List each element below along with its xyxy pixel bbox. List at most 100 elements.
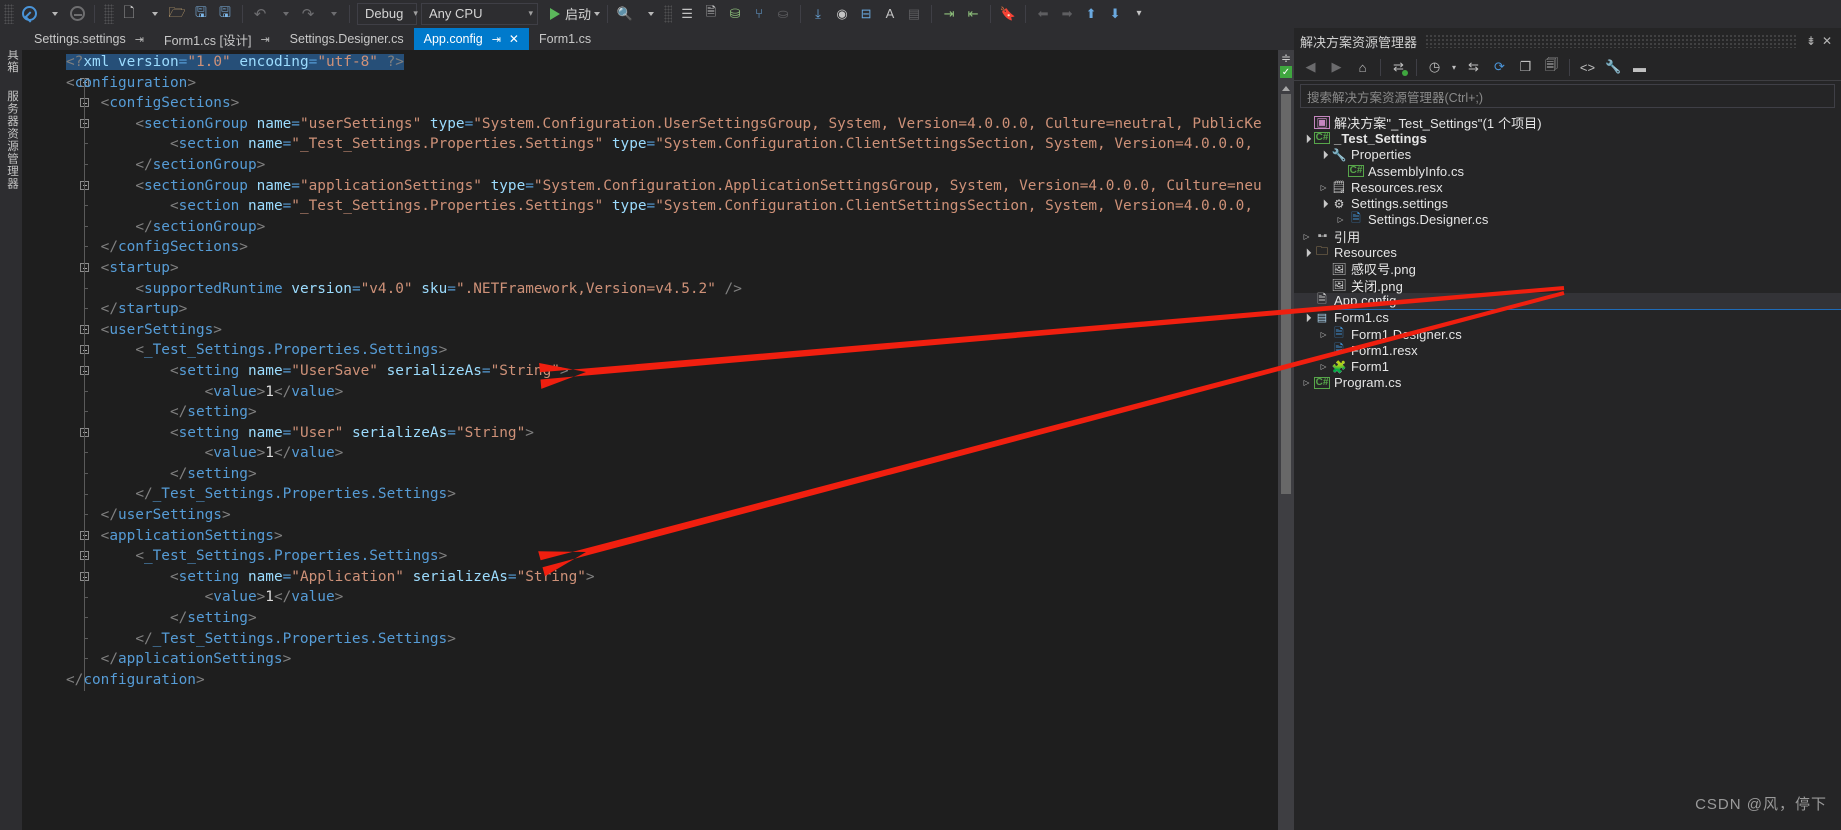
code-line[interactable]: <section name="_Test_Settings.Properties… [66, 134, 1294, 155]
document-tab-3[interactable]: App.config ⇥ ✕ [413, 28, 529, 50]
code-line[interactable]: <_Test_Settings.Properties.Settings> [66, 340, 1294, 361]
close-icon[interactable]: ✕ [1819, 33, 1835, 49]
toolbar-grip-2[interactable] [104, 3, 114, 24]
next-bookmark-button[interactable]: ➡ [1055, 2, 1079, 26]
minimize-button[interactable]: ▬ [1627, 56, 1652, 78]
new-file-button[interactable]: 🗋 [117, 2, 141, 26]
code-line[interactable]: <userSettings> [66, 320, 1294, 341]
code-line[interactable]: <setting name="User" serializeAs="String… [66, 423, 1294, 444]
solution-platform-combo[interactable]: Any CPU ▾ [421, 2, 538, 25]
save-all-button[interactable]: 🖫 [213, 2, 237, 26]
editor-scrollbar-thumb[interactable] [1281, 94, 1291, 494]
code-line[interactable]: <startup> [66, 258, 1294, 279]
solution-tree-item[interactable]: ▷ 🗎 Form1.Designer.cs [1294, 326, 1841, 342]
indent-button[interactable]: ⇥ [937, 2, 961, 26]
outdent-button[interactable]: ⇤ [961, 2, 985, 26]
document-tab-2[interactable]: Settings.Designer.cs [280, 28, 414, 50]
solution-tree-item[interactable]: ◢ 🔧 Properties [1294, 147, 1841, 163]
properties-button[interactable]: 🔧 [1601, 56, 1626, 78]
home-button[interactable]: ⌂ [1350, 56, 1375, 78]
bookmark-down-button[interactable]: ⬇ [1103, 2, 1127, 26]
code-line[interactable]: </userSettings> [66, 505, 1294, 526]
navigate-forward-button[interactable] [65, 2, 89, 26]
pin-icon[interactable]: ⇥ [260, 33, 269, 46]
solution-tree-item[interactable]: ▷ 🗎 Settings.Designer.cs [1294, 211, 1841, 228]
pin-icon[interactable]: ⇟ [1803, 33, 1819, 49]
solution-configuration-combo[interactable]: Debug ▾ [357, 2, 418, 25]
pin-icon[interactable]: ⇥ [135, 33, 144, 46]
collapse-all-button[interactable]: ❐ [1513, 56, 1538, 78]
sync-with-active-document-button[interactable]: ⇄ [1386, 56, 1411, 78]
code-line[interactable]: </setting> [66, 608, 1294, 629]
back-button[interactable]: ◀ [1298, 56, 1323, 78]
chevron-collapsed-icon[interactable]: ▷ [1317, 183, 1330, 192]
code-line[interactable]: </setting> [66, 464, 1294, 485]
chevron-collapsed-icon[interactable]: ▷ [1300, 378, 1313, 387]
split-view-button[interactable]: ≑ [1278, 50, 1294, 66]
step-into-button[interactable]: ⤓ [806, 2, 830, 26]
redo-button[interactable]: ↷ [296, 2, 320, 26]
call-hierarchy-button[interactable]: ⛀ [771, 2, 795, 26]
chevron-expanded-icon[interactable]: ◢ [1316, 196, 1332, 212]
comment-button[interactable]: ▤ [902, 2, 926, 26]
new-file-dropdown[interactable] [141, 2, 165, 26]
document-tab-4[interactable]: Form1.cs [529, 28, 601, 50]
undo-dropdown[interactable] [272, 2, 296, 26]
bookmark-up-button[interactable]: ⬆ [1079, 2, 1103, 26]
chevron-collapsed-icon[interactable]: ▷ [1317, 362, 1330, 371]
solution-tree-item[interactable]: ▷ 🗒 Resources.resx [1294, 179, 1841, 195]
code-line[interactable]: </sectionGroup> [66, 155, 1294, 176]
solution-tree-item[interactable]: 🖼 关闭.png [1294, 277, 1841, 294]
document-tab-1[interactable]: Form1.cs [设计] ⇥ [154, 28, 280, 50]
editor-code-area[interactable]: <?xml version="1.0" encoding="utf-8" ?> <… [66, 52, 1294, 830]
view-code-button[interactable]: <> [1575, 56, 1600, 78]
solution-tree-item[interactable]: 🗎 Form1.resx [1294, 342, 1841, 358]
document-tab-0[interactable]: Settings.settings ⇥ [24, 28, 154, 50]
toolbar-overflow-button[interactable]: ▾ [1127, 2, 1151, 26]
list-view-button[interactable]: ☰ [675, 2, 699, 26]
code-line[interactable]: <supportedRuntime version="v4.0" sku=".N… [66, 279, 1294, 300]
code-line[interactable]: <setting name="Application" serializeAs=… [66, 567, 1294, 588]
bookmark-button[interactable]: 🔖 [996, 2, 1020, 26]
code-line[interactable]: <applicationSettings> [66, 526, 1294, 547]
open-file-button[interactable]: 🗁 [165, 2, 189, 26]
class-view-button[interactable]: ⛁ [723, 2, 747, 26]
pending-changes-button[interactable]: ◷ [1422, 56, 1447, 78]
code-editor[interactable]: <?xml version="1.0" encoding="utf-8" ?> <… [22, 50, 1294, 830]
code-line[interactable]: <section name="_Test_Settings.Properties… [66, 196, 1294, 217]
solution-tree-item[interactable]: ▣ 解决方案"_Test_Settings"(1 个项目) [1294, 114, 1841, 131]
code-line[interactable]: </_Test_Settings.Properties.Settings> [66, 484, 1294, 505]
chevron-expanded-icon[interactable]: ◢ [1316, 147, 1332, 163]
code-line[interactable]: <sectionGroup name="userSettings" type="… [66, 114, 1294, 135]
toggle-case-button[interactable]: A [878, 2, 902, 26]
code-line[interactable]: </configSections> [66, 237, 1294, 258]
title-drag-area[interactable] [1425, 34, 1797, 48]
chevron-expanded-icon[interactable]: ◢ [1299, 131, 1315, 147]
switch-views-button[interactable]: ⇆ [1461, 56, 1486, 78]
object-browser-button[interactable]: ⑂ [747, 2, 771, 26]
solution-tree-item[interactable]: ◢ C# _Test_Settings [1294, 130, 1841, 146]
solution-tree-item[interactable]: ◢ 🗀 Resources [1294, 244, 1841, 260]
find-dropdown[interactable] [637, 2, 661, 26]
navigate-back-button[interactable] [17, 2, 41, 26]
chevron-collapsed-icon[interactable]: ▷ [1317, 330, 1330, 339]
code-line[interactable]: <?xml version="1.0" encoding="utf-8" ?> [66, 52, 1294, 73]
chevron-collapsed-icon[interactable]: ▷ [1334, 215, 1347, 224]
solution-tree-item[interactable]: C# AssemblyInfo.cs [1294, 163, 1841, 179]
close-icon[interactable]: ✕ [509, 32, 519, 46]
solution-tree-item[interactable]: ▷ 🧩 Form1 [1294, 358, 1841, 374]
solution-tree-item[interactable]: ◢ ⚙ Settings.settings [1294, 195, 1841, 211]
show-all-files-button[interactable]: 🗐 [1539, 56, 1564, 78]
server-explorer-vertical-tab[interactable]: 服务器资源管理器 [0, 82, 24, 198]
code-line[interactable]: </setting> [66, 402, 1294, 423]
solution-tree-item[interactable]: 🗎 App.config [1294, 292, 1841, 310]
solution-tree[interactable]: ▣ 解决方案"_Test_Settings"(1 个项目) ◢ C# _Test_Set… [1294, 110, 1841, 391]
chevron-expanded-icon[interactable]: ◢ [1299, 310, 1315, 326]
chevron-expanded-icon[interactable]: ◢ [1299, 245, 1315, 261]
code-line[interactable]: <value>1</value> [66, 587, 1294, 608]
find-in-files-button[interactable]: 🔍 [613, 2, 637, 26]
code-line[interactable]: <value>1</value> [66, 443, 1294, 464]
code-line[interactable]: <_Test_Settings.Properties.Settings> [66, 546, 1294, 567]
code-line[interactable]: <configSections> [66, 93, 1294, 114]
navigate-back-dropdown[interactable] [41, 2, 65, 26]
